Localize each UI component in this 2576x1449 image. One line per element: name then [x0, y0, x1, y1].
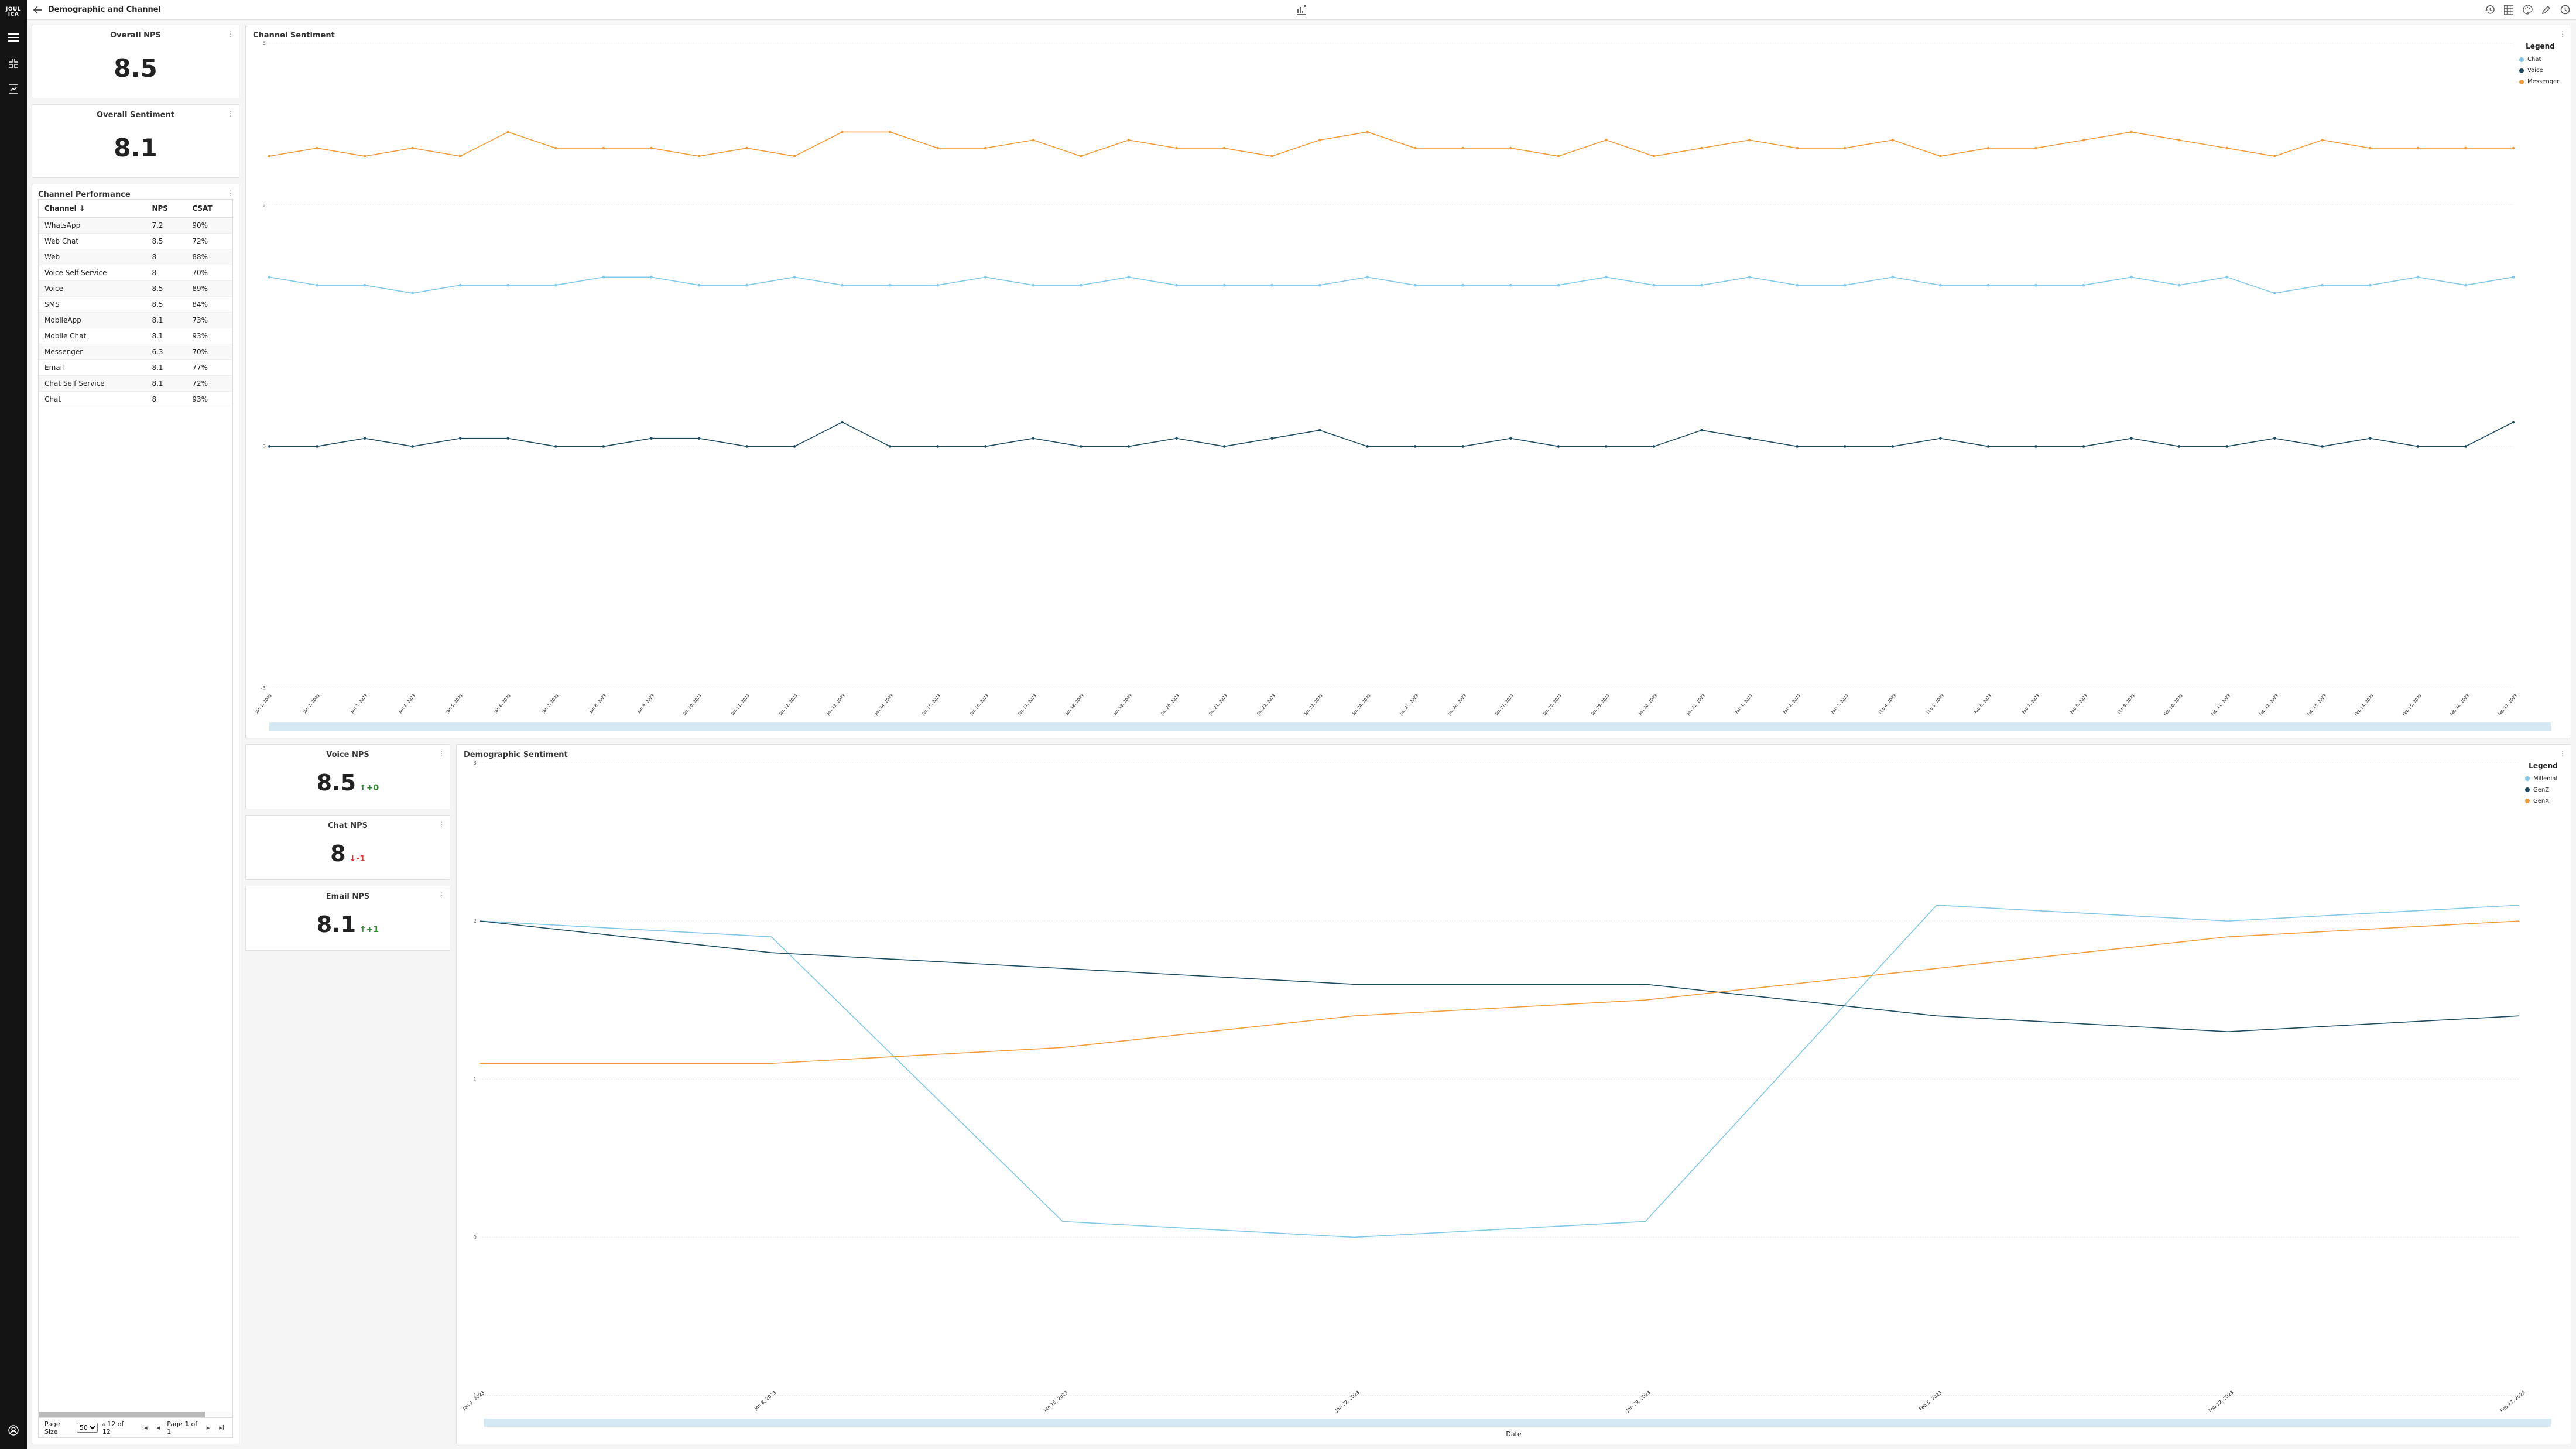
left-column: Overall NPS ⋮ 8.5 Overall Sentiment ⋮ 8.…	[32, 25, 239, 1444]
pager-next[interactable]: ▸	[204, 1424, 213, 1431]
sidebar-user-icon[interactable]	[4, 1421, 23, 1440]
demographic-sentiment-legend: Legend Millenial GenZ GenX	[2523, 759, 2564, 1419]
overall-nps-title: Overall NPS	[39, 31, 232, 40]
delta-down-icon: ↓-1	[350, 854, 365, 864]
svg-text:0: 0	[473, 1235, 477, 1241]
topbar: Demographic and Channel	[27, 0, 2576, 20]
table-row[interactable]: Chat893%	[39, 392, 232, 407]
dashboard-grid: Overall NPS ⋮ 8.5 Overall Sentiment ⋮ 8.…	[27, 20, 2576, 1449]
channel-sentiment-title: Channel Sentiment	[253, 31, 2564, 40]
main-area: Demographic and Channel Overall NPS ⋮ 8.…	[27, 0, 2576, 1449]
table-horizontal-scrollbar[interactable]	[39, 1412, 232, 1417]
chart-brush-bar[interactable]	[484, 1419, 2551, 1427]
table-row[interactable]: Voice8.589%	[39, 281, 232, 297]
nps-column: Voice NPS ⋮ 8.5↑+0 Chat NPS ⋮ 8↓-1 Email…	[245, 744, 450, 1445]
channel-performance-card: Channel Performance ⋮ Channel ↓ NPS CSAT…	[32, 184, 239, 1444]
channel-performance-title: Channel Performance	[38, 190, 233, 199]
card-menu-icon[interactable]: ⋮	[438, 820, 445, 828]
sidebar-menu-icon[interactable]	[4, 28, 23, 47]
channel-sentiment-card: Channel Sentiment ⋮ -3035Jan 1, 2023Jan …	[245, 25, 2571, 738]
svg-text:3: 3	[262, 202, 266, 208]
demo-chart-xlabel: Date	[464, 1429, 2564, 1438]
overall-nps-card: Overall NPS ⋮ 8.5	[32, 25, 239, 98]
table-row[interactable]: Web Chat8.572%	[39, 234, 232, 249]
edit-icon[interactable]	[2541, 5, 2551, 15]
col-csat[interactable]: CSAT	[186, 200, 232, 218]
demographic-sentiment-card: Demographic Sentiment ⋮ -10123Jan 1, 202…	[456, 744, 2571, 1445]
svg-text:1: 1	[473, 1077, 477, 1083]
delta-up-icon: ↑+1	[359, 925, 379, 934]
pager-last[interactable]: ▸I	[217, 1424, 227, 1431]
delta-up-icon: ↑+0	[359, 783, 379, 793]
col-nps[interactable]: NPS	[146, 200, 186, 218]
card-menu-icon[interactable]: ⋮	[2559, 30, 2566, 38]
table-row[interactable]: Email8.177%	[39, 360, 232, 376]
card-menu-icon[interactable]: ⋮	[227, 30, 234, 38]
channel-performance-table: Channel ↓ NPS CSAT WhatsApp7.290%Web Cha…	[39, 200, 232, 407]
svg-text:0: 0	[262, 444, 266, 450]
pagesize-label: Page Size	[44, 1420, 72, 1436]
table-row[interactable]: Messenger6.370%	[39, 344, 232, 360]
sidebar-analytics-icon[interactable]	[4, 80, 23, 98]
brand-logo: JOUL ICA	[0, 5, 27, 25]
overall-nps-value: 8.5	[39, 40, 232, 92]
card-menu-icon[interactable]: ⋮	[227, 109, 234, 118]
svg-text:3: 3	[473, 760, 477, 766]
chat-nps-card: Chat NPS ⋮ 8↓-1	[245, 815, 450, 880]
table-row[interactable]: SMS8.584%	[39, 297, 232, 313]
sidebar-dashboard-icon[interactable]	[4, 54, 23, 73]
palette-icon[interactable]	[2522, 5, 2533, 15]
table-pager: Page Size 50 ο 12 of 12 I◂ ◂ Page 1 of 1…	[39, 1417, 232, 1437]
table-row[interactable]: Chat Self Service8.172%	[39, 376, 232, 392]
grid-icon[interactable]	[2503, 5, 2514, 15]
pager-pageinfo: Page 1 of 1	[167, 1420, 200, 1436]
pager-first[interactable]: I◂	[140, 1424, 150, 1431]
table-row[interactable]: MobileApp8.173%	[39, 313, 232, 328]
clock-icon[interactable]	[2560, 5, 2570, 15]
svg-text:-3: -3	[261, 686, 266, 692]
channel-sentiment-legend: Legend Chat Voice Messenger	[2517, 40, 2564, 720]
overall-sentiment-card: Overall Sentiment ⋮ 8.1	[32, 104, 239, 178]
legend-genx[interactable]: GenX	[2525, 798, 2561, 804]
table-row[interactable]: Mobile Chat8.193%	[39, 328, 232, 344]
demographic-sentiment-title: Demographic Sentiment	[464, 751, 2564, 759]
back-button[interactable]	[33, 6, 42, 14]
card-menu-icon[interactable]: ⋮	[438, 891, 445, 899]
col-channel[interactable]: Channel ↓	[39, 200, 146, 218]
table-row[interactable]: WhatsApp7.290%	[39, 218, 232, 234]
bottom-row: Voice NPS ⋮ 8.5↑+0 Chat NPS ⋮ 8↓-1 Email…	[245, 744, 2571, 1445]
svg-text:5: 5	[262, 41, 266, 47]
overall-sentiment-value: 8.1	[39, 119, 232, 172]
email-nps-card: Email NPS ⋮ 8.1↑+1	[245, 886, 450, 951]
history-icon[interactable]	[2485, 5, 2495, 15]
legend-genz[interactable]: GenZ	[2525, 787, 2561, 793]
add-chart-icon[interactable]	[1296, 5, 1307, 15]
chart-brush-bar[interactable]	[269, 722, 2551, 731]
left-sidebar: JOUL ICA	[0, 0, 27, 1449]
legend-millenial[interactable]: Millenial	[2525, 776, 2561, 782]
right-column: Channel Sentiment ⋮ -3035Jan 1, 2023Jan …	[245, 25, 2571, 1444]
svg-text:2: 2	[473, 919, 477, 924]
card-menu-icon[interactable]: ⋮	[2559, 749, 2566, 758]
legend-voice[interactable]: Voice	[2519, 67, 2561, 74]
card-menu-icon[interactable]: ⋮	[227, 189, 234, 197]
pagesize-select[interactable]: 50	[77, 1423, 98, 1433]
voice-nps-card: Voice NPS ⋮ 8.5↑+0	[245, 744, 450, 809]
page-title: Demographic and Channel	[48, 5, 161, 14]
legend-chat[interactable]: Chat	[2519, 56, 2561, 63]
sort-icon: ↓	[79, 204, 85, 213]
table-row[interactable]: Voice Self Service870%	[39, 265, 232, 281]
pager-prev[interactable]: ◂	[155, 1424, 163, 1431]
pager-count: ο 12 of 12	[102, 1420, 131, 1436]
table-row[interactable]: Web888%	[39, 249, 232, 265]
overall-sentiment-title: Overall Sentiment	[39, 111, 232, 119]
channel-sentiment-chart[interactable]: -3035Jan 1, 2023Jan 2, 2023Jan 3, 2023Ja…	[253, 40, 2517, 720]
demographic-sentiment-chart[interactable]: -10123Jan 1, 2023Jan 8, 2023Jan 15, 2023…	[464, 759, 2523, 1419]
card-menu-icon[interactable]: ⋮	[438, 749, 445, 758]
legend-messenger[interactable]: Messenger	[2519, 78, 2561, 85]
